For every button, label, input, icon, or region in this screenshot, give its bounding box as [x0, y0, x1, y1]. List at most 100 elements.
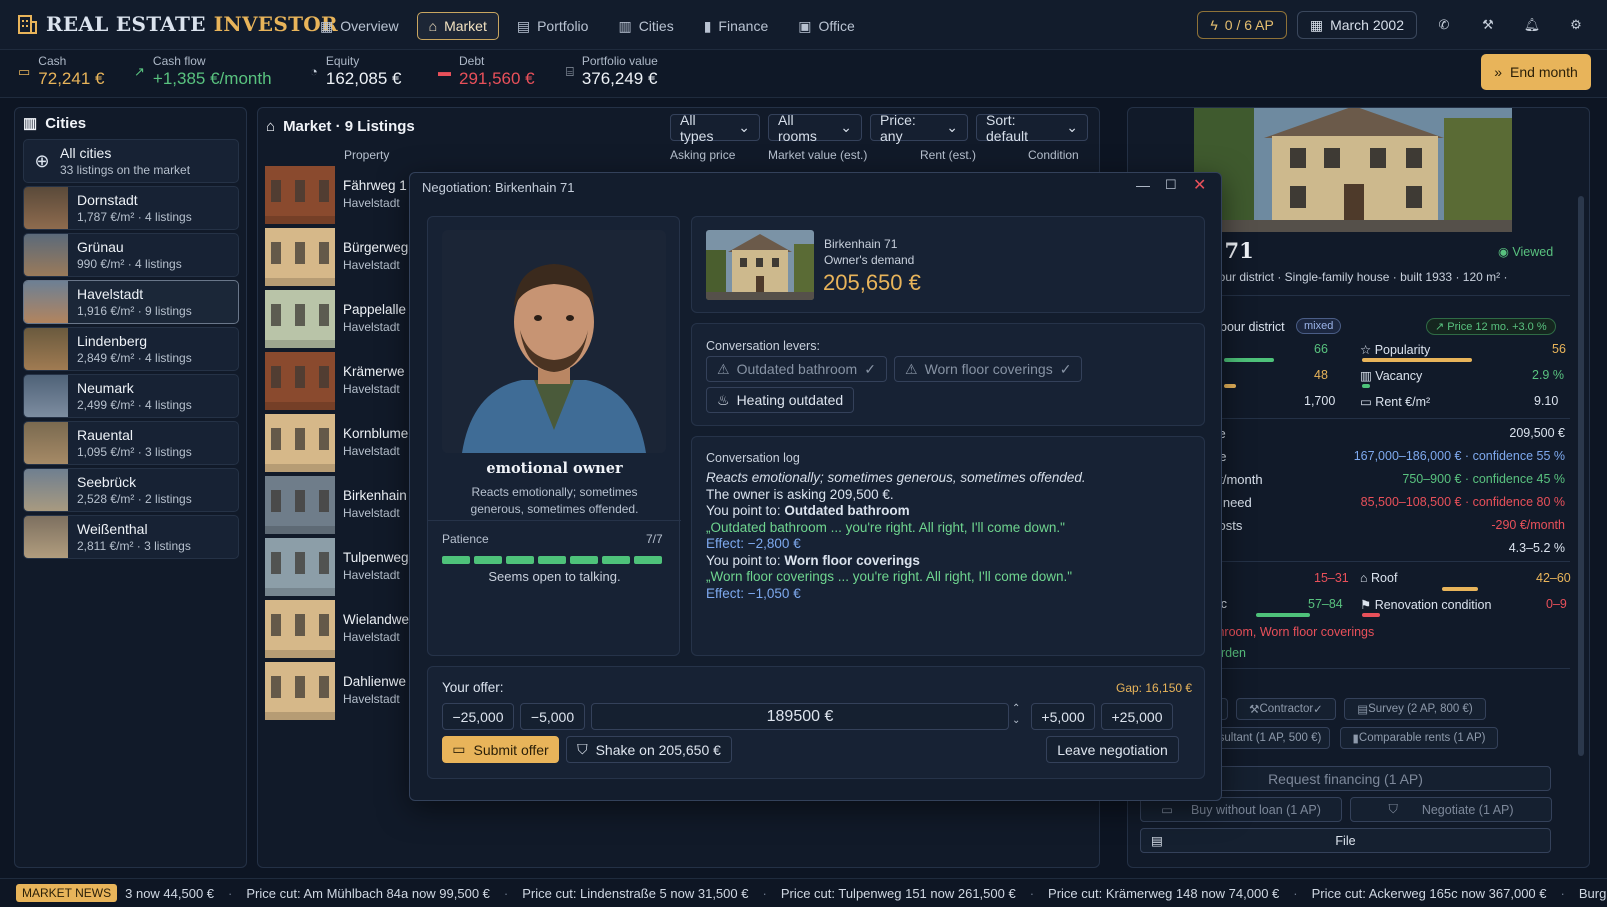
chevron-up-icon[interactable]: ⌃: [1012, 703, 1020, 715]
city-item-seebrück[interactable]: Seebrück 2,528 €/m² · 2 listings: [23, 468, 239, 512]
detail-scrollbar[interactable]: [1578, 196, 1584, 756]
maximize-icon[interactable]: ☐: [1165, 177, 1177, 193]
listing-row[interactable]: Tulpenweg Havelstadt: [265, 538, 415, 596]
listing-photo: [265, 476, 335, 534]
filter-price-select[interactable]: Price: any ⌄: [870, 112, 968, 144]
nav-market[interactable]: ⌂ Market: [416, 12, 499, 40]
roof-bar: [1442, 587, 1478, 591]
minimize-icon[interactable]: —: [1136, 177, 1150, 193]
credit-card-icon: ▬: [438, 64, 451, 79]
building-icon: ▥: [1360, 369, 1376, 383]
decrease-5000-button[interactable]: −5,000: [520, 703, 585, 730]
ticker-item: Price cut: Am Mühlbach 84a now 99,500 €: [246, 885, 490, 901]
filter-type-select[interactable]: All types ⌄: [670, 112, 760, 144]
listing-row[interactable]: Dahlienwe Havelstadt: [265, 662, 415, 720]
consultant-button[interactable]: sultant (1 AP, 500 €): [1210, 727, 1330, 749]
ticker-item: Price cut: Lindenstraße 5 now 31,500 €: [522, 885, 749, 901]
increase-5000-button[interactable]: +5,000: [1031, 703, 1095, 730]
grid-icon: ▦: [320, 17, 334, 34]
increase-25000-button[interactable]: +25,000: [1101, 703, 1173, 730]
owner-type: emotional owner: [486, 460, 623, 477]
file-button[interactable]: ▤ File: [1140, 828, 1551, 853]
city-all[interactable]: ⊕ All cities 33 listings on the market: [23, 139, 239, 183]
city-item-neumark[interactable]: Neumark 2,499 €/m² · 4 listings: [23, 374, 239, 418]
stat-label: Cash flow: [152, 54, 206, 68]
date-badge: ▦ March 2002: [1296, 11, 1417, 39]
decrease-25000-button[interactable]: −25,000: [442, 703, 514, 730]
offer-input[interactable]: 189500 €: [591, 703, 1009, 730]
offer-stepper[interactable]: ⌃ ⌄: [1012, 703, 1020, 727]
office-icon: ▣: [798, 17, 812, 34]
stat-label: Equity: [325, 54, 360, 68]
sort-select[interactable]: Sort: default ⌄: [976, 112, 1088, 144]
city-name: Weißenthal: [77, 521, 148, 537]
city-item-lindenberg[interactable]: Lindenberg 2,849 €/m² · 4 listings: [23, 327, 239, 371]
nav-office[interactable]: ▣ Office: [786, 12, 867, 40]
contractor-button[interactable]: ⚒ Contractor ✓: [1236, 698, 1336, 720]
nav-portfolio[interactable]: ▤ Portfolio: [505, 12, 601, 40]
nav-overview[interactable]: ▦ Overview: [308, 12, 411, 40]
listing-name: Pappelalle: [343, 302, 407, 317]
hammer-icon[interactable]: ⚒: [1471, 11, 1505, 39]
handshake-icon: ⛉: [577, 741, 588, 757]
patience-label: Patience: [442, 532, 489, 546]
condition-label: Renovation condition: [1374, 598, 1492, 612]
listing-city: Havelstadt: [343, 196, 400, 210]
log-line: The owner is asking 209,500 €.: [706, 486, 894, 502]
listing-name: Birkenhain: [343, 488, 407, 503]
city-item-havelstadt[interactable]: Havelstadt 1,916 €/m² · 9 listings: [23, 280, 239, 324]
popularity-bar: [1362, 358, 1472, 362]
leave-negotiation-button[interactable]: Leave negotiation: [1046, 736, 1179, 763]
lever-worn-floor-coverings[interactable]: ⚠ Worn floor coverings ✓: [894, 356, 1083, 382]
eye-icon: ◉: [1498, 245, 1513, 259]
cash-stat: ▭ Cash 72,241 €: [18, 54, 104, 89]
survey-button[interactable]: ▤ Survey (2 AP, 800 €): [1344, 698, 1486, 720]
city-item-weißenthal[interactable]: Weißenthal 2,811 €/m² · 3 listings: [23, 515, 239, 559]
submit-offer-button[interactable]: ▭ Submit offer: [442, 736, 559, 763]
trend-up-icon: ↗: [134, 64, 145, 79]
listing-name: Bürgerweg: [343, 240, 409, 255]
phone-icon[interactable]: ✆: [1427, 11, 1461, 39]
button-label: Submit offer: [473, 741, 549, 758]
listing-row[interactable]: Kornblume Havelstadt: [265, 414, 415, 472]
listing-row[interactable]: Bürgerweg Havelstadt: [265, 228, 415, 286]
ticker-item: 3 now 44,500 €: [125, 885, 215, 901]
listing-name: Wielandwe: [343, 612, 410, 627]
listing-row[interactable]: Birkenhain Havelstadt: [265, 476, 415, 534]
condition-label: Roof: [1371, 571, 1398, 585]
listing-photo: [265, 352, 335, 410]
col-asking-price: Asking price: [670, 148, 736, 162]
nav-label: Market: [444, 18, 487, 34]
city-sub: 2,849 €/m² · 4 listings: [77, 351, 192, 365]
city-name: Dornstadt: [77, 192, 138, 208]
warning-icon: ⚠: [905, 360, 918, 377]
listing-row[interactable]: Fährweg 1 Havelstadt: [265, 166, 415, 224]
nav-finance[interactable]: ▮ Finance: [692, 12, 781, 40]
nav-cities[interactable]: ▥ Cities: [606, 12, 685, 40]
filter-rooms-select[interactable]: All rooms ⌄: [768, 112, 862, 144]
chevron-down-icon[interactable]: ⌄: [1012, 715, 1020, 727]
listing-row[interactable]: Krämerwe Havelstadt: [265, 352, 415, 410]
listing-city: Havelstadt: [343, 506, 400, 520]
listing-row[interactable]: Pappelalle Havelstadt: [265, 290, 415, 348]
listing-row[interactable]: Wielandwe Havelstadt: [265, 600, 415, 658]
lever-heating-outdated[interactable]: ♨ Heating outdated: [706, 387, 855, 413]
shake-on-price-button[interactable]: ⛉ Shake on 205,650 €: [566, 736, 732, 763]
log-owner-reply: „Outdated bathroom ... you're right. All…: [706, 519, 1065, 535]
city-item-rauental[interactable]: Rauental 1,095 €/m² · 3 listings: [23, 421, 239, 465]
comparable-rents-button[interactable]: ▮ Comparable rents (1 AP): [1340, 727, 1498, 749]
lever-outdated-bathroom[interactable]: ⚠ Outdated bathroom ✓: [706, 356, 887, 382]
listing-photo: [265, 290, 335, 348]
city-item-grünau[interactable]: Grünau 990 €/m² · 4 listings: [23, 233, 239, 277]
gear-icon[interactable]: ⚙: [1559, 11, 1593, 39]
city-item-dornstadt[interactable]: Dornstadt 1,787 €/m² · 4 listings: [23, 186, 239, 230]
end-month-button[interactable]: » End month: [1481, 54, 1591, 90]
lever-label: Outdated bathroom: [736, 361, 858, 377]
city-name: Lindenberg: [77, 333, 148, 349]
ticker-separator: ·: [1560, 885, 1565, 901]
bell-icon[interactable]: 🔔︎: [1515, 11, 1549, 39]
negotiate-button[interactable]: ⛉ Negotiate (1 AP): [1350, 797, 1552, 822]
close-icon[interactable]: ✕: [1193, 175, 1206, 195]
renovation-metric: ⚑ Renovation condition: [1360, 597, 1491, 612]
property-summary: Birkenhain 71 Owner's demand 205,650 €: [691, 216, 1205, 313]
